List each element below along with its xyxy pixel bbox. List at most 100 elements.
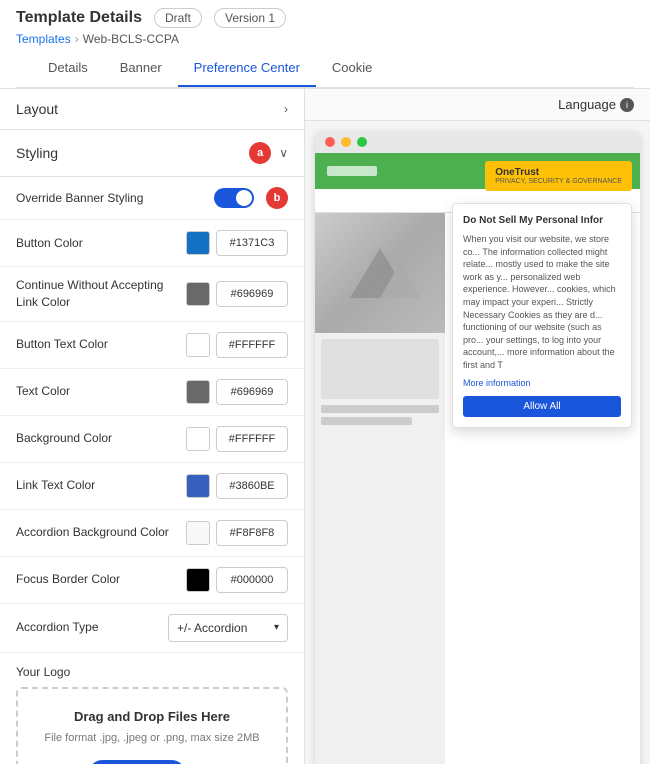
- cookie-allow-button[interactable]: Allow All: [463, 396, 621, 417]
- color-control-text-color: #696969: [186, 379, 288, 405]
- page-title: Template Details: [16, 9, 142, 27]
- onetrust-brand-text: OneTrust: [495, 167, 622, 178]
- header: Template Details Draft Version 1 Templat…: [0, 0, 650, 89]
- color-label-background-color: Background Color: [16, 430, 186, 447]
- version-badge: Version 1: [214, 8, 286, 28]
- color-swatch-background-color[interactable]: [186, 427, 210, 451]
- color-row-focus-border-color: Focus Border Color #000000: [0, 557, 304, 604]
- styling-label: Styling: [16, 145, 58, 161]
- language-bar: Language i: [305, 89, 650, 121]
- preview-area: OneTrust PRIVACY, SECURITY & GOVERNANCE …: [305, 121, 650, 764]
- layout-chevron-icon: ›: [284, 102, 288, 116]
- browser-dot-green: [357, 137, 367, 147]
- drop-zone-title: Drag and Drop Files Here: [34, 709, 270, 724]
- breadcrumb-link[interactable]: Templates: [16, 32, 71, 46]
- color-control-background-color: #FFFFFF: [186, 426, 288, 452]
- cookie-popup: Do Not Sell My Personal Infor When you v…: [452, 203, 632, 428]
- color-control-accordion-bg-color: #F8F8F8: [186, 520, 288, 546]
- color-label-button-text-color: Button Text Color: [16, 336, 186, 353]
- accordion-type-label: Accordion Type: [16, 619, 168, 636]
- layout-label: Layout: [16, 101, 58, 117]
- color-label-button-color: Button Color: [16, 235, 186, 252]
- color-swatch-accordion-bg-color[interactable]: [186, 521, 210, 545]
- breadcrumb-current: Web-BCLS-CCPA: [83, 32, 179, 46]
- accordion-type-select[interactable]: +/- Accordion ▾: [168, 614, 288, 642]
- color-row-accordion-bg-color: Accordion Background Color #F8F8F8: [0, 510, 304, 557]
- tab-preference-center[interactable]: Preference Center: [178, 50, 316, 87]
- drop-zone-subtitle: File format .jpg, .jpeg or .png, max siz…: [34, 730, 270, 747]
- override-banner-row: Override Banner Styling b: [0, 177, 304, 220]
- accordion-chevron-icon: ▾: [274, 622, 279, 633]
- toggle-knob: [236, 190, 252, 206]
- color-control-continue-link-color: #696969: [186, 281, 288, 307]
- color-control-focus-border-color: #000000: [186, 567, 288, 593]
- browser-bar: [315, 131, 640, 153]
- browser-dot-red: [325, 137, 335, 147]
- color-row-button-color: Button Color #1371C3: [0, 220, 304, 267]
- color-input-focus-border-color[interactable]: #000000: [216, 567, 288, 593]
- accordion-type-value: +/- Accordion: [177, 621, 247, 635]
- styling-chevron-icon: ∨: [279, 146, 288, 160]
- browser-dot-yellow: [341, 137, 351, 147]
- color-label-focus-border-color: Focus Border Color: [16, 571, 186, 588]
- override-banner-label: Override Banner Styling: [16, 190, 214, 207]
- language-label: Language: [558, 97, 616, 112]
- logo-section: Your Logo Drag and Drop Files Here File …: [0, 653, 304, 764]
- color-input-button-color[interactable]: #1371C3: [216, 230, 288, 256]
- tab-cookie[interactable]: Cookie: [316, 50, 388, 87]
- site-sidebar-image: [315, 213, 445, 333]
- color-label-link-text-color: Link Text Color: [16, 477, 186, 494]
- color-input-text-color[interactable]: #696969: [216, 379, 288, 405]
- layout-section-header[interactable]: Layout ›: [0, 89, 304, 130]
- color-label-accordion-bg-color: Accordion Background Color: [16, 524, 186, 541]
- right-panel: Language i: [305, 89, 650, 764]
- color-row-link-text-color: Link Text Color #3860BE: [0, 463, 304, 510]
- language-info-icon[interactable]: i: [620, 98, 634, 112]
- breadcrumb: Templates › Web-BCLS-CCPA: [16, 32, 634, 46]
- breadcrumb-separator: ›: [75, 32, 79, 46]
- styling-section-header[interactable]: Styling a ∨: [0, 130, 304, 177]
- color-label-continue-link-color: Continue Without Accepting Link Color: [16, 277, 186, 311]
- color-control-link-text-color: #3860BE: [186, 473, 288, 499]
- color-input-background-color[interactable]: #FFFFFF: [216, 426, 288, 452]
- tab-banner[interactable]: Banner: [104, 50, 178, 87]
- color-row-continue-link-color: Continue Without Accepting Link Color #69…: [0, 267, 304, 322]
- tab-bar: Details Banner Preference Center Cookie: [16, 50, 634, 88]
- color-input-link-text-color[interactable]: #3860BE: [216, 473, 288, 499]
- site-sidebar: [315, 213, 445, 764]
- color-swatch-link-text-color[interactable]: [186, 474, 210, 498]
- color-input-accordion-bg-color[interactable]: #F8F8F8: [216, 520, 288, 546]
- cookie-popup-text: When you visit our website, we store co.…: [463, 233, 621, 372]
- color-swatch-continue-link-color[interactable]: [186, 282, 210, 306]
- tab-details[interactable]: Details: [32, 50, 104, 87]
- badge-a: a: [249, 142, 271, 164]
- override-toggle[interactable]: [214, 188, 254, 208]
- left-panel: Layout › Styling a ∨ Override Banner Sty…: [0, 89, 305, 764]
- onetrust-badge: OneTrust PRIVACY, SECURITY & GOVERNANCE: [485, 161, 632, 191]
- color-row-text-color: Text Color #696969: [0, 369, 304, 416]
- onetrust-sub-text: PRIVACY, SECURITY & GOVERNANCE: [495, 178, 622, 185]
- upload-button[interactable]: Upload: [88, 760, 185, 764]
- accordion-type-row: Accordion Type +/- Accordion ▾: [0, 604, 304, 653]
- browser-content: OneTrust PRIVACY, SECURITY & GOVERNANCE …: [315, 153, 640, 764]
- styling-right: a ∨: [249, 142, 288, 164]
- logo-label: Your Logo: [16, 665, 288, 679]
- color-row-background-color: Background Color #FFFFFF: [0, 416, 304, 463]
- color-input-button-text-color[interactable]: #FFFFFF: [216, 332, 288, 358]
- browser-mockup: OneTrust PRIVACY, SECURITY & GOVERNANCE …: [315, 131, 640, 764]
- color-swatch-text-color[interactable]: [186, 380, 210, 404]
- color-swatch-button-text-color[interactable]: [186, 333, 210, 357]
- color-control-button-text-color: #FFFFFF: [186, 332, 288, 358]
- color-fields: Button Color #1371C3 Continue Without Acce…: [0, 220, 304, 604]
- color-label-text-color: Text Color: [16, 383, 186, 400]
- draft-badge: Draft: [154, 8, 202, 28]
- cookie-more-info-link[interactable]: More information: [463, 378, 621, 388]
- badge-b: b: [266, 187, 288, 209]
- color-swatch-focus-border-color[interactable]: [186, 568, 210, 592]
- color-control-button-color: #1371C3: [186, 230, 288, 256]
- color-swatch-button-color[interactable]: [186, 231, 210, 255]
- cookie-popup-title: Do Not Sell My Personal Infor: [463, 214, 621, 227]
- drop-zone[interactable]: Drag and Drop Files Here File format .jp…: [16, 687, 288, 764]
- color-input-continue-link-color[interactable]: #696969: [216, 281, 288, 307]
- color-row-button-text-color: Button Text Color #FFFFFF: [0, 322, 304, 369]
